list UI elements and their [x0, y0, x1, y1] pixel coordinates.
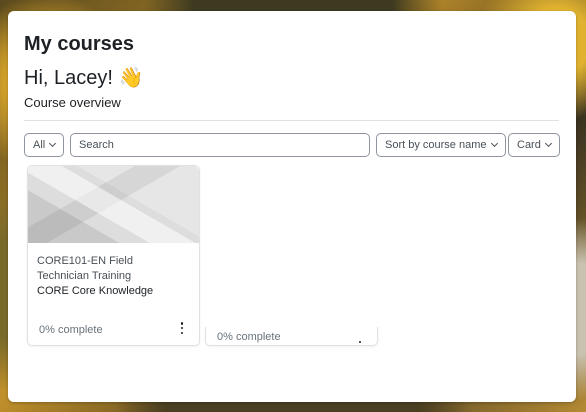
- grouping-dropdown[interactable]: All: [24, 133, 65, 157]
- divider: [24, 120, 559, 121]
- course-card[interactable]: CORE101-EN Field Technician Training COR…: [27, 165, 200, 346]
- course-image[interactable]: [28, 166, 199, 243]
- sort-dropdown[interactable]: Sort by course name: [376, 133, 506, 157]
- course-progress: 0% complete: [217, 331, 281, 343]
- sort-label: Sort by course name: [385, 139, 487, 151]
- course-card[interactable]: 0% complete: [205, 327, 378, 346]
- chevron-down-icon: [490, 139, 498, 148]
- search-input[interactable]: Search: [70, 133, 370, 157]
- my-courses-panel: My courses Hi, Lacey! 👋 Course overview …: [8, 11, 576, 402]
- chevron-down-icon: [544, 139, 552, 148]
- greeting: Hi, Lacey! 👋: [24, 67, 144, 89]
- view-label: Card: [517, 139, 541, 151]
- page-title: My courses: [24, 33, 135, 55]
- grouping-label: All: [33, 139, 46, 151]
- search-overlay-gap: [202, 157, 370, 163]
- course-category: CORE Core Knowledge: [37, 285, 154, 297]
- chevron-down-icon: [49, 139, 57, 148]
- course-progress: 0% complete: [39, 324, 103, 336]
- view-dropdown[interactable]: Card: [508, 133, 560, 157]
- search-placeholder: Search: [79, 139, 114, 151]
- section-title: Course overview: [24, 95, 121, 110]
- more-options-icon[interactable]: [357, 339, 363, 343]
- more-options-icon[interactable]: [179, 322, 185, 334]
- course-name[interactable]: CORE101-EN Field Technician Training: [37, 254, 187, 284]
